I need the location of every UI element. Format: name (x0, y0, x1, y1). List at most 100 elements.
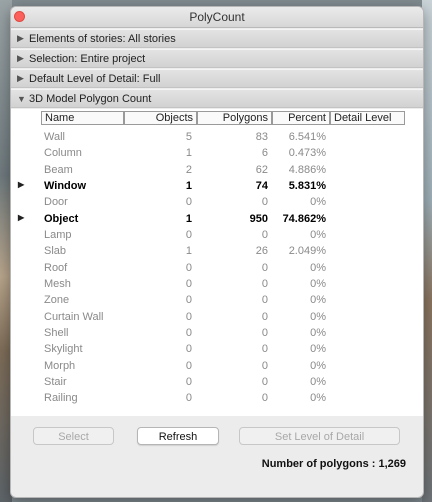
row-polygons: 0 (261, 375, 268, 388)
table-row[interactable]: Shell 0 0 0% (11, 325, 423, 341)
row-name: Object (44, 212, 79, 225)
section-header-0[interactable]: ▶ Elements of stories: All stories (11, 29, 423, 48)
row-name: Slab (44, 245, 67, 258)
row-percent: 0% (310, 359, 326, 372)
column-header-detail-level[interactable]: Detail Level (330, 111, 405, 125)
disclosure-triangle-icon[interactable]: ▶ (18, 213, 24, 222)
triangle-right-icon: ▶ (17, 33, 24, 43)
row-polygons: 0 (261, 196, 268, 209)
row-name: Shell (44, 326, 69, 339)
row-polygons: 83 (255, 131, 268, 143)
row-polygons: 0 (261, 343, 268, 356)
table-row[interactable]: Roof 0 0 0% (11, 260, 423, 276)
row-objects: 0 (185, 310, 192, 323)
row-polygons: 950 (249, 212, 268, 225)
row-polygons: 0 (261, 392, 268, 405)
button-bar: Select Refresh Set Level of Detail (11, 427, 423, 447)
section-label: 3D Model Polygon Count (29, 92, 152, 105)
row-percent: 4.886% (288, 163, 326, 176)
table-row[interactable]: Column 1 6 0.473% (11, 145, 423, 161)
row-polygons: 0 (261, 310, 268, 323)
row-objects: 0 (185, 277, 192, 290)
column-header-percent[interactable]: Percent (272, 111, 330, 125)
table-row[interactable]: Skylight 0 0 0% (11, 341, 423, 357)
row-percent: 0% (310, 196, 326, 209)
row-name: Window (44, 179, 87, 192)
row-name: Door (44, 196, 68, 209)
row-name: Beam (44, 163, 73, 176)
row-percent: 0% (310, 326, 326, 339)
section-label: Selection: Entire project (29, 52, 146, 65)
window-title: PolyCount (189, 10, 245, 24)
close-icon[interactable] (14, 11, 25, 22)
row-name: Morph (44, 359, 76, 372)
section-header-1[interactable]: ▶ Selection: Entire project (11, 49, 423, 68)
row-objects: 0 (185, 343, 192, 356)
section-header-3[interactable]: ▼ 3D Model Polygon Count (11, 89, 423, 108)
triangle-down-icon: ▼ (17, 93, 26, 104)
set-level-of-detail-button[interactable]: Set Level of Detail (239, 427, 400, 445)
row-name: Curtain Wall (44, 310, 104, 323)
table-row[interactable]: Zone 0 0 0% (11, 292, 423, 308)
row-polygons: 0 (261, 326, 268, 339)
row-percent: 0% (310, 261, 326, 274)
table-row[interactable]: Slab 1 26 2.049% (11, 243, 423, 259)
row-objects: 1 (185, 179, 192, 192)
row-name: Lamp (44, 228, 72, 241)
row-objects: 1 (185, 212, 192, 225)
table-header: Name Objects Polygons Percent Detail Lev… (41, 111, 405, 125)
row-objects: 5 (185, 131, 192, 143)
column-header-objects[interactable]: Objects (124, 111, 197, 125)
row-percent: 0% (310, 343, 326, 356)
row-percent: 0% (310, 294, 326, 307)
row-name: Wall (44, 131, 65, 143)
section-header-2[interactable]: ▶ Default Level of Detail: Full (11, 69, 423, 88)
title-bar[interactable]: PolyCount (11, 7, 423, 28)
select-button[interactable]: Select (33, 427, 114, 445)
row-objects: 0 (185, 375, 192, 388)
row-percent: 5.831% (288, 179, 326, 192)
table-row[interactable]: ▶ Object 1 950 74.862% (11, 211, 423, 227)
row-objects: 1 (185, 245, 192, 258)
row-polygons: 0 (261, 261, 268, 274)
table-row[interactable]: Mesh 0 0 0% (11, 276, 423, 292)
disclosure-triangle-icon[interactable]: ▶ (18, 180, 24, 189)
row-name: Roof (44, 261, 68, 274)
table-row[interactable]: Curtain Wall 0 0 0% (11, 309, 423, 325)
triangle-right-icon: ▶ (17, 53, 24, 63)
table-row[interactable]: ▶ Window 1 74 5.831% (11, 178, 423, 194)
row-polygons: 74 (255, 179, 268, 192)
row-percent: 2.049% (288, 245, 326, 258)
row-objects: 0 (185, 294, 192, 307)
table-row[interactable]: Morph 0 0 0% (11, 358, 423, 374)
section-label: Default Level of Detail: Full (29, 72, 161, 85)
row-percent: 0% (310, 375, 326, 388)
row-objects: 2 (185, 163, 192, 176)
table-row[interactable]: Beam 2 62 4.886% (11, 162, 423, 178)
row-name: Railing (44, 392, 78, 405)
row-objects: 1 (185, 147, 192, 160)
row-objects: 0 (185, 326, 192, 339)
table-row[interactable]: Wall 5 83 6.541% (11, 129, 423, 145)
row-percent: 74.862% (282, 212, 326, 225)
row-percent: 6.541% (288, 131, 326, 143)
refresh-button[interactable]: Refresh (137, 427, 219, 445)
row-name: Skylight (44, 343, 83, 356)
table-row[interactable]: Stair 0 0 0% (11, 374, 423, 390)
column-header-name[interactable]: Name (41, 111, 124, 125)
polygon-count-summary: Number of polygons : 1,269 (261, 458, 406, 470)
table-row[interactable]: Door 0 0 0% (11, 194, 423, 210)
row-objects: 0 (185, 261, 192, 274)
row-percent: 0% (310, 277, 326, 290)
table-body: Wall 5 83 6.541% Column 1 6 0.473% Beam 2 62 4.886%… (11, 129, 423, 407)
triangle-right-icon: ▶ (17, 73, 24, 83)
column-header-polygons[interactable]: Polygons (197, 111, 272, 125)
table-row[interactable]: Railing 0 0 0% (11, 390, 423, 406)
row-objects: 0 (185, 359, 192, 372)
row-polygons: 0 (261, 294, 268, 307)
row-percent: 0% (310, 228, 326, 241)
row-objects: 0 (185, 228, 192, 241)
row-name: Column (44, 147, 82, 160)
table-row[interactable]: Lamp 0 0 0% (11, 227, 423, 243)
row-polygons: 26 (255, 245, 268, 258)
